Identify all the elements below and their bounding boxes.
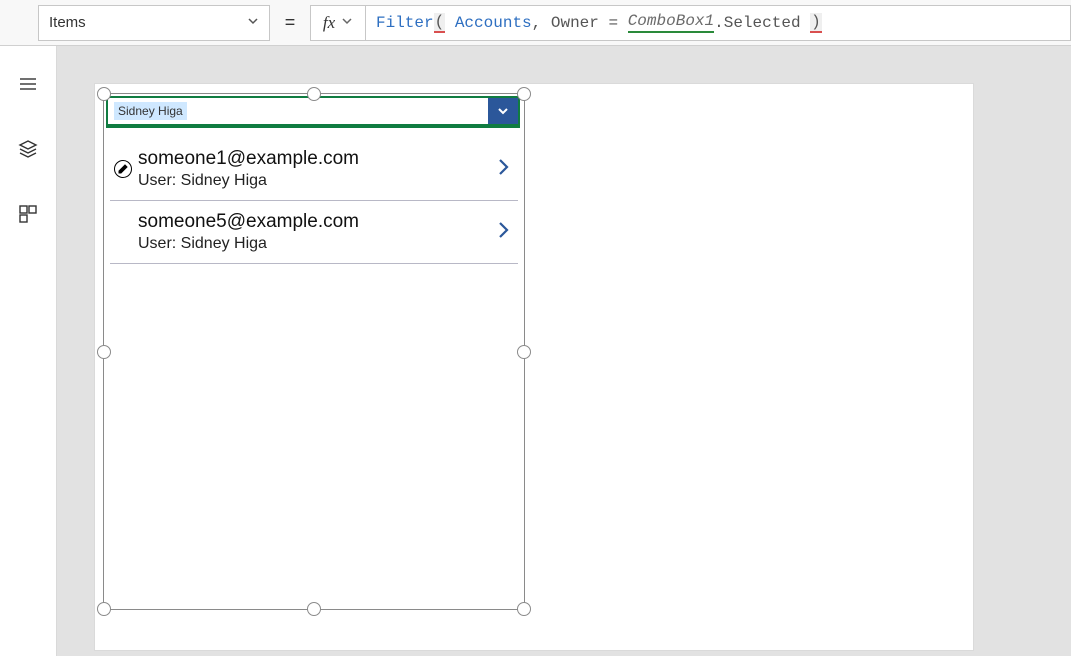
formula-token-ref: ComboBox1 — [628, 12, 714, 33]
grid-icon[interactable] — [18, 204, 38, 229]
resize-handle[interactable] — [307, 87, 321, 101]
chevron-down-icon — [247, 14, 259, 31]
gallery-list: someone1@example.comUser: Sidney Higasom… — [110, 138, 518, 264]
screen-artboard[interactable]: Sidney Higa someone1@example.com User: Si… — [95, 84, 973, 650]
list-item-title: someone5@example.com — [138, 211, 490, 233]
equals-label: = — [278, 12, 302, 33]
formula-token-dotselected: .Selected — [714, 14, 800, 32]
fx-label: fx — [323, 13, 335, 33]
formula-token-lparen: ( — [434, 13, 446, 33]
list-item-text: someone1@example.com User: Sidney Higa — [138, 148, 490, 190]
resize-handle[interactable] — [97, 602, 111, 616]
resize-handle[interactable] — [517, 87, 531, 101]
chevron-right-icon[interactable] — [496, 219, 512, 246]
resize-handle[interactable] — [517, 602, 531, 616]
combobox-selected-tag: Sidney Higa — [114, 102, 187, 120]
left-rail — [0, 46, 57, 656]
property-dropdown-selected: Items — [49, 14, 86, 31]
formula-input[interactable]: Filter ( Accounts , Owner = ComboBox1 .S… — [366, 5, 1071, 41]
formula-token-fn: Filter — [376, 14, 434, 32]
combobox-selection[interactable]: Sidney Higa — [108, 98, 488, 124]
edit-icon[interactable] — [114, 160, 132, 178]
resize-handle[interactable] — [307, 602, 321, 616]
chevron-down-icon — [341, 15, 353, 31]
layers-icon[interactable] — [18, 139, 38, 164]
formula-token-field: Owner — [551, 14, 599, 32]
formula-token-eq: = — [608, 14, 618, 32]
list-item-subtitle: User: Sidney Higa — [138, 235, 490, 253]
chevron-down-icon — [496, 104, 510, 118]
list-item-text: someone5@example.com User: Sidney Higa — [138, 211, 490, 253]
combobox-toggle-button[interactable] — [488, 98, 518, 124]
formula-token-rparen: ) — [810, 13, 822, 33]
gallery-control[interactable]: Sidney Higa someone1@example.com User: Si… — [103, 93, 525, 610]
formula-bar: Items = fx Filter ( Accounts , Owner = C… — [0, 0, 1071, 46]
hamburger-icon[interactable] — [18, 74, 38, 99]
list-item[interactable]: someone5@example.com User: Sidney Higa — [110, 201, 518, 264]
chevron-right-icon[interactable] — [496, 156, 512, 183]
list-item-subtitle: User: Sidney Higa — [138, 172, 490, 190]
resize-handle[interactable] — [517, 345, 531, 359]
list-item-title: someone1@example.com — [138, 148, 490, 170]
canvas-area[interactable]: Sidney Higa someone1@example.com User: Si… — [57, 46, 1071, 656]
property-dropdown[interactable]: Items — [38, 5, 270, 41]
formula-token-arg1: Accounts — [455, 14, 532, 32]
resize-handle[interactable] — [97, 87, 111, 101]
formula-token-comma: , — [532, 14, 542, 32]
fx-button[interactable]: fx — [310, 5, 366, 41]
list-item[interactable]: someone1@example.com User: Sidney Higa — [110, 138, 518, 201]
resize-handle[interactable] — [97, 345, 111, 359]
